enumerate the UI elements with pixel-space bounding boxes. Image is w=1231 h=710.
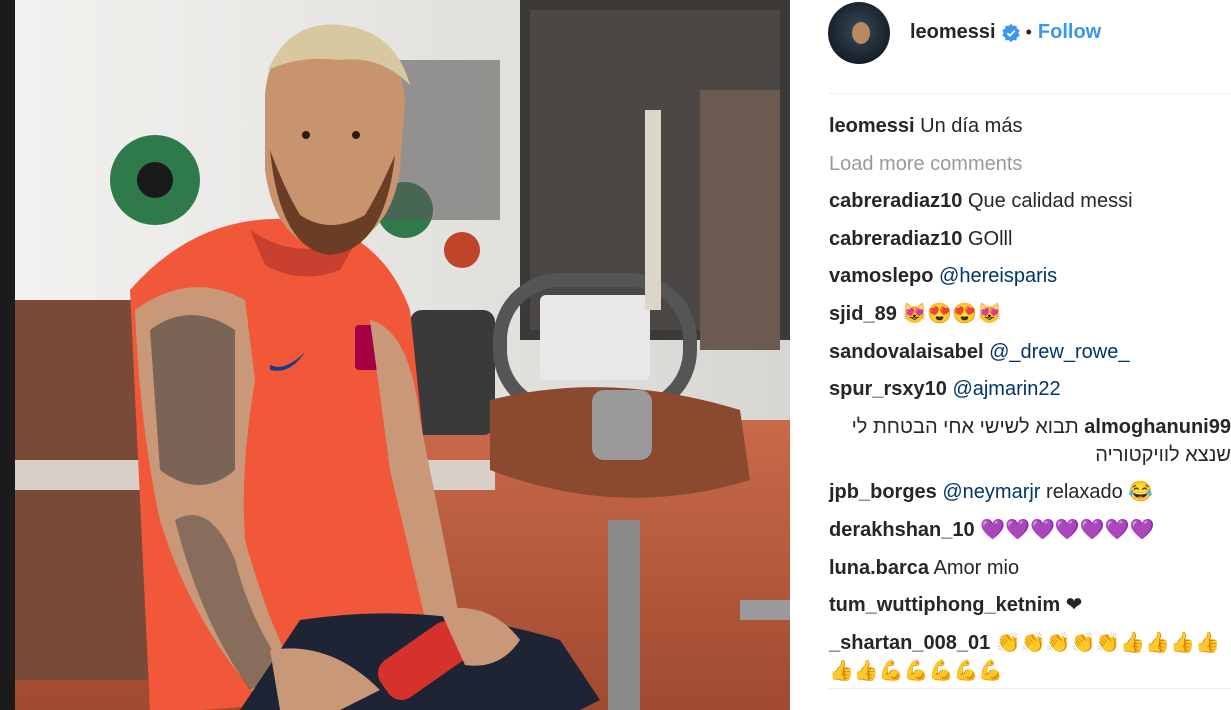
comment-username[interactable]: cabreradiaz10 [829,190,962,212]
comment-list: leomessi Un día más Load more comments c… [829,112,1231,694]
comment-item: derakhshan_10 💜💜💜💜💜💜💜 [829,516,1231,544]
comment-text: ❤ [1065,594,1083,617]
comment-item: cabreradiaz10 GOlll [829,225,1231,253]
verified-badge-icon [1001,23,1020,42]
follow-button[interactable]: Follow [1038,21,1101,44]
avatar[interactable] [828,1,890,64]
comments-bottom-divider [828,688,1231,689]
comments-panel: leomessi • Follow leomessi Un día más Lo… [790,0,1231,710]
comment-mention-link[interactable]: @ajmarin22 [952,378,1060,400]
comment-username[interactable]: sjid_89 [829,303,897,325]
comment-item: sandovalaisabel @_drew_rowe_ [829,338,1231,366]
header-divider [828,93,1231,94]
comment-mention-link[interactable]: @hereisparis [939,265,1057,287]
comment-text: GOlll [967,227,1013,250]
caption-username[interactable]: leomessi [829,115,915,137]
comment-text: Que calidad messi [967,190,1133,213]
comment-item: spur_rsxy10 @ajmarin22 [829,375,1231,403]
comment-item: _shartan_008_01 👏👏👏👏👏👍👍👍👍👍👍💪💪💪💪💪 [829,629,1231,685]
comment-item: vamoslepo @hereisparis [829,262,1231,290]
comment-username[interactable]: derakhshan_10 [829,519,975,541]
caption: leomessi Un día más [829,112,1231,140]
comment-username[interactable]: luna.barca [829,557,929,579]
comment-item: sjid_89 😻😍😍😻 [829,300,1231,328]
post-photo[interactable] [0,0,790,710]
comment-username[interactable]: vamoslepo [829,265,933,287]
comment-username[interactable]: _shartan_008_01 [829,632,990,654]
comment-username[interactable]: almoghanuni99 [1084,416,1231,438]
comment-text: 😻😍😍😻 [902,302,1002,325]
load-more-comments-button[interactable]: Load more comments [829,150,1231,178]
comment-item: cabreradiaz10 Que calidad messi [829,187,1231,215]
comment-username[interactable]: cabreradiaz10 [829,228,962,250]
comment-item: jpb_borges @neymarjr relaxado 😂 [829,478,1231,506]
comment-username[interactable]: tum_wuttiphong_ketnim [829,594,1060,616]
comment-text: Amor mio [933,556,1020,579]
post-username[interactable]: leomessi [910,21,996,44]
comment-text: relaxado 😂 [1046,481,1154,504]
comment-mention-link[interactable]: @neymarjr [942,481,1040,503]
comment-text: 💜💜💜💜💜💜💜 [980,518,1155,541]
caption-text: Un día más [920,115,1023,137]
post-header: leomessi • Follow [790,0,1231,65]
gym-photo-image [0,0,790,710]
comment-username[interactable]: sandovalaisabel [829,341,984,363]
comment-item: luna.barca Amor mio [829,554,1231,582]
comment-username[interactable]: jpb_borges [829,481,937,503]
comment-username[interactable]: spur_rsxy10 [829,378,947,400]
comment-item: tum_wuttiphong_ketnim ❤ [829,591,1231,619]
comment-mention-link[interactable]: @_drew_rowe_ [989,341,1129,363]
separator-dot: • [1025,22,1032,42]
comment-item: almoghanuni99 תבוא לשישי אחי הבטחת לי שנ… [829,413,1231,469]
